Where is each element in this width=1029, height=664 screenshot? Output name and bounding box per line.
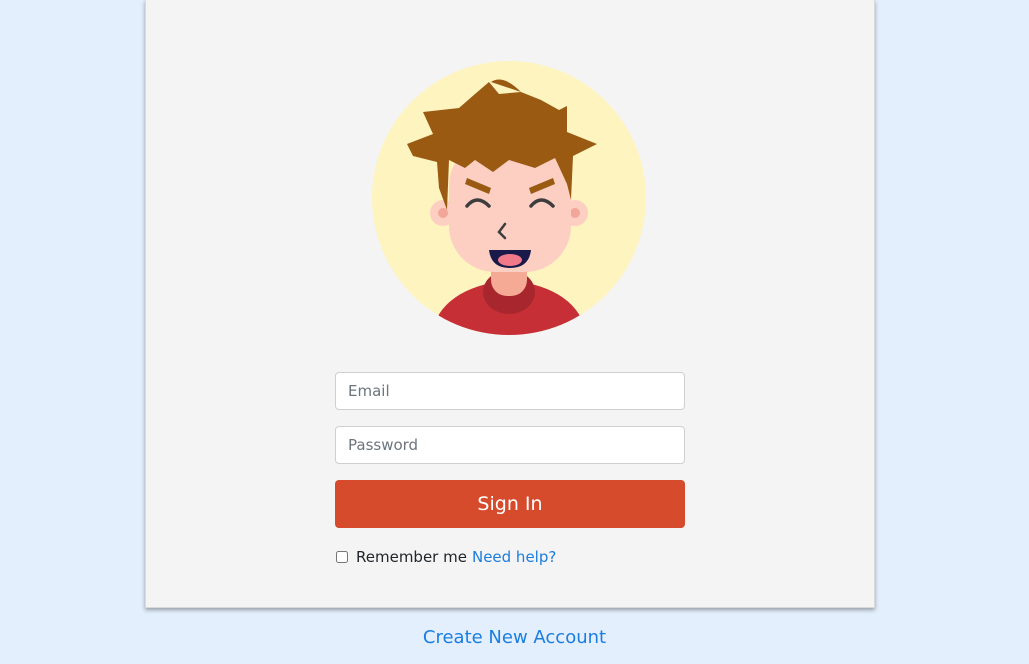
remember-me-checkbox[interactable] xyxy=(336,551,348,563)
user-avatar-icon xyxy=(371,60,647,336)
login-card: Sign In Remember me Need help? xyxy=(145,0,875,608)
create-account-link[interactable]: Create New Account xyxy=(0,627,1029,648)
sign-in-button[interactable]: Sign In xyxy=(335,480,685,528)
password-input[interactable] xyxy=(335,426,685,464)
email-input[interactable] xyxy=(335,372,685,410)
remember-row: Remember me Need help? xyxy=(335,546,556,568)
remember-me-label: Remember me xyxy=(356,548,467,566)
need-help-link[interactable]: Need help? xyxy=(472,548,556,566)
